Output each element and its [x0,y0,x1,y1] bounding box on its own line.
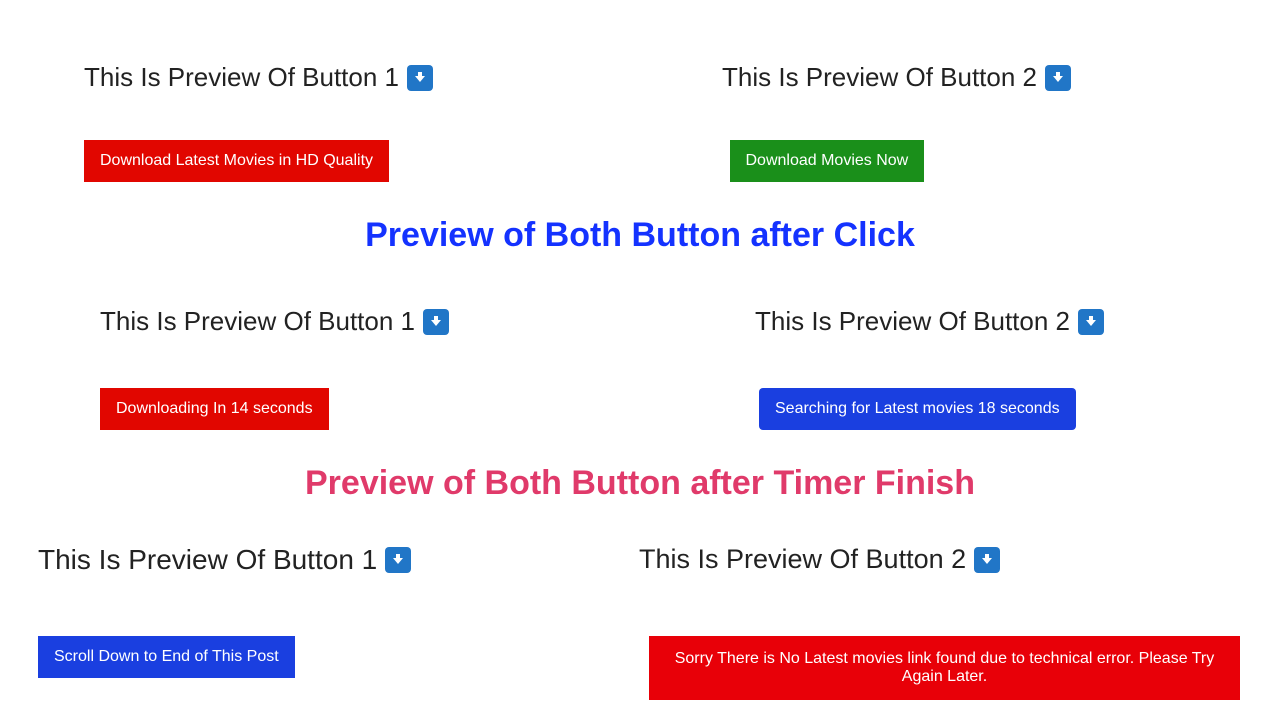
arrow-down-icon [407,65,433,91]
heading-after-click: Preview of Both Button after Click [0,216,1280,255]
error-message: Sorry There is No Latest movies link fou… [649,636,1240,700]
downloading-countdown-button[interactable]: Downloading In 14 seconds [100,388,329,430]
preview-title-1a: This Is Preview Of Button 1 [84,62,433,93]
preview-title-2a-text: This Is Preview Of Button 1 [100,306,415,337]
searching-countdown-button[interactable]: Searching for Latest movies 18 seconds [759,388,1076,430]
preview-title-3b-text: This Is Preview Of Button 2 [639,544,966,575]
preview-title-3a-text: This Is Preview Of Button 1 [38,544,377,576]
download-now-button[interactable]: Download Movies Now [730,140,925,182]
arrow-down-icon [423,309,449,335]
scroll-down-button[interactable]: Scroll Down to End of This Post [38,636,295,678]
preview-title-3a: This Is Preview Of Button 1 [38,544,411,576]
preview-title-2b: This Is Preview Of Button 2 [755,306,1104,337]
preview-title-3b: This Is Preview Of Button 2 [639,544,1000,575]
preview-title-1b: This Is Preview Of Button 2 [722,62,1071,93]
preview-title-1b-text: This Is Preview Of Button 2 [722,62,1037,93]
arrow-down-icon [974,547,1000,573]
preview-title-2b-text: This Is Preview Of Button 2 [755,306,1070,337]
arrow-down-icon [1045,65,1071,91]
preview-title-2a: This Is Preview Of Button 1 [100,306,449,337]
arrow-down-icon [1078,309,1104,335]
download-hd-button[interactable]: Download Latest Movies in HD Quality [84,140,389,182]
preview-title-1a-text: This Is Preview Of Button 1 [84,62,399,93]
arrow-down-icon [385,547,411,573]
heading-after-timer: Preview of Both Button after Timer Finis… [0,464,1280,503]
